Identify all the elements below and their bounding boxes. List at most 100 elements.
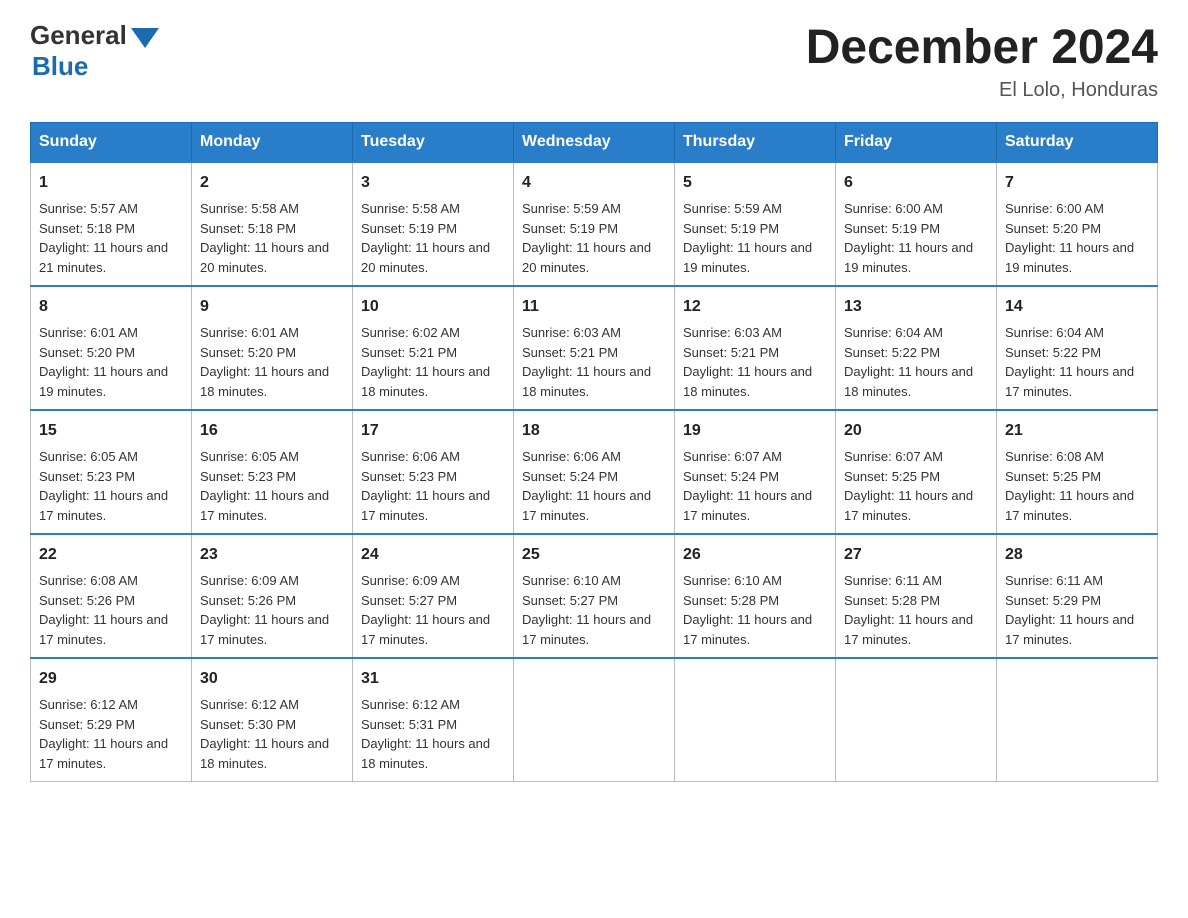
sunset-text: Sunset: 5:20 PM bbox=[1005, 219, 1149, 239]
sunrise-text: Sunrise: 6:11 AM bbox=[1005, 571, 1149, 591]
sunrise-text: Sunrise: 5:57 AM bbox=[39, 199, 183, 219]
sunset-text: Sunset: 5:25 PM bbox=[1005, 467, 1149, 487]
daylight-text: Daylight: 11 hours and 20 minutes. bbox=[522, 238, 666, 277]
logo-blue-text: Blue bbox=[32, 51, 159, 82]
day-number: 13 bbox=[844, 295, 988, 319]
calendar-cell: 23Sunrise: 6:09 AMSunset: 5:26 PMDayligh… bbox=[192, 534, 353, 658]
sunrise-text: Sunrise: 6:03 AM bbox=[522, 323, 666, 343]
calendar-cell: 4Sunrise: 5:59 AMSunset: 5:19 PMDaylight… bbox=[514, 162, 675, 286]
daylight-text: Daylight: 11 hours and 17 minutes. bbox=[200, 486, 344, 525]
day-number: 26 bbox=[683, 543, 827, 567]
calendar-cell: 7Sunrise: 6:00 AMSunset: 5:20 PMDaylight… bbox=[997, 162, 1158, 286]
daylight-text: Daylight: 11 hours and 17 minutes. bbox=[361, 610, 505, 649]
day-number: 19 bbox=[683, 419, 827, 443]
sunrise-text: Sunrise: 6:10 AM bbox=[683, 571, 827, 591]
daylight-text: Daylight: 11 hours and 17 minutes. bbox=[39, 610, 183, 649]
sunset-text: Sunset: 5:28 PM bbox=[683, 591, 827, 611]
sunrise-text: Sunrise: 6:06 AM bbox=[361, 447, 505, 467]
calendar-cell: 18Sunrise: 6:06 AMSunset: 5:24 PMDayligh… bbox=[514, 410, 675, 534]
daylight-text: Daylight: 11 hours and 18 minutes. bbox=[844, 362, 988, 401]
calendar-week-row: 8Sunrise: 6:01 AMSunset: 5:20 PMDaylight… bbox=[31, 286, 1158, 410]
calendar-cell: 31Sunrise: 6:12 AMSunset: 5:31 PMDayligh… bbox=[353, 658, 514, 782]
calendar-cell: 28Sunrise: 6:11 AMSunset: 5:29 PMDayligh… bbox=[997, 534, 1158, 658]
calendar-cell: 5Sunrise: 5:59 AMSunset: 5:19 PMDaylight… bbox=[675, 162, 836, 286]
sunset-text: Sunset: 5:23 PM bbox=[361, 467, 505, 487]
calendar-table: SundayMondayTuesdayWednesdayThursdayFrid… bbox=[30, 122, 1158, 782]
calendar-cell: 9Sunrise: 6:01 AMSunset: 5:20 PMDaylight… bbox=[192, 286, 353, 410]
day-number: 25 bbox=[522, 543, 666, 567]
calendar-cell: 25Sunrise: 6:10 AMSunset: 5:27 PMDayligh… bbox=[514, 534, 675, 658]
day-number: 6 bbox=[844, 171, 988, 195]
location-text: El Lolo, Honduras bbox=[806, 79, 1158, 102]
sunrise-text: Sunrise: 6:00 AM bbox=[1005, 199, 1149, 219]
calendar-header-monday: Monday bbox=[192, 123, 353, 163]
sunrise-text: Sunrise: 6:02 AM bbox=[361, 323, 505, 343]
calendar-cell: 22Sunrise: 6:08 AMSunset: 5:26 PMDayligh… bbox=[31, 534, 192, 658]
day-number: 15 bbox=[39, 419, 183, 443]
daylight-text: Daylight: 11 hours and 18 minutes. bbox=[683, 362, 827, 401]
sunset-text: Sunset: 5:24 PM bbox=[683, 467, 827, 487]
daylight-text: Daylight: 11 hours and 17 minutes. bbox=[522, 610, 666, 649]
day-number: 24 bbox=[361, 543, 505, 567]
daylight-text: Daylight: 11 hours and 17 minutes. bbox=[200, 610, 344, 649]
logo-general-text: General bbox=[30, 20, 127, 51]
calendar-cell: 26Sunrise: 6:10 AMSunset: 5:28 PMDayligh… bbox=[675, 534, 836, 658]
sunrise-text: Sunrise: 6:09 AM bbox=[361, 571, 505, 591]
daylight-text: Daylight: 11 hours and 19 minutes. bbox=[683, 238, 827, 277]
calendar-cell: 2Sunrise: 5:58 AMSunset: 5:18 PMDaylight… bbox=[192, 162, 353, 286]
calendar-week-row: 29Sunrise: 6:12 AMSunset: 5:29 PMDayligh… bbox=[31, 658, 1158, 782]
calendar-cell: 6 Sunrise: 6:00 AMSunset: 5:19 PMDaylight… bbox=[836, 162, 997, 286]
day-number: 30 bbox=[200, 667, 344, 691]
sunset-text: Sunset: 5:30 PM bbox=[200, 715, 344, 735]
day-number: 20 bbox=[844, 419, 988, 443]
calendar-cell: 1Sunrise: 5:57 AMSunset: 5:18 PMDaylight… bbox=[31, 162, 192, 286]
daylight-text: Daylight: 11 hours and 19 minutes. bbox=[844, 238, 988, 277]
calendar-header-sunday: Sunday bbox=[31, 123, 192, 163]
daylight-text: Daylight: 11 hours and 17 minutes. bbox=[39, 486, 183, 525]
sunset-text: Sunset: 5:20 PM bbox=[39, 343, 183, 363]
calendar-cell bbox=[675, 658, 836, 782]
sunset-text: Sunset: 5:31 PM bbox=[361, 715, 505, 735]
sunset-text: Sunset: 5:19 PM bbox=[844, 219, 988, 239]
sunset-text: Sunset: 5:24 PM bbox=[522, 467, 666, 487]
daylight-text: Daylight: 11 hours and 17 minutes. bbox=[683, 486, 827, 525]
calendar-cell: 27Sunrise: 6:11 AMSunset: 5:28 PMDayligh… bbox=[836, 534, 997, 658]
sunrise-text: Sunrise: 6:12 AM bbox=[200, 695, 344, 715]
sunrise-text: Sunrise: 5:58 AM bbox=[200, 199, 344, 219]
daylight-text: Daylight: 11 hours and 20 minutes. bbox=[361, 238, 505, 277]
sunrise-text: Sunrise: 6:05 AM bbox=[39, 447, 183, 467]
sunset-text: Sunset: 5:22 PM bbox=[1005, 343, 1149, 363]
daylight-text: Daylight: 11 hours and 18 minutes. bbox=[200, 362, 344, 401]
daylight-text: Daylight: 11 hours and 19 minutes. bbox=[1005, 238, 1149, 277]
day-number: 27 bbox=[844, 543, 988, 567]
sunrise-text: Sunrise: 6:01 AM bbox=[200, 323, 344, 343]
calendar-cell: 10Sunrise: 6:02 AMSunset: 5:21 PMDayligh… bbox=[353, 286, 514, 410]
calendar-cell: 19Sunrise: 6:07 AMSunset: 5:24 PMDayligh… bbox=[675, 410, 836, 534]
sunrise-text: Sunrise: 6:10 AM bbox=[522, 571, 666, 591]
daylight-text: Daylight: 11 hours and 18 minutes. bbox=[200, 734, 344, 773]
daylight-text: Daylight: 11 hours and 18 minutes. bbox=[361, 362, 505, 401]
calendar-cell: 15Sunrise: 6:05 AMSunset: 5:23 PMDayligh… bbox=[31, 410, 192, 534]
day-number: 8 bbox=[39, 295, 183, 319]
sunrise-text: Sunrise: 6:00 AM bbox=[844, 199, 988, 219]
day-number: 12 bbox=[683, 295, 827, 319]
day-number: 10 bbox=[361, 295, 505, 319]
page-header: General Blue December 2024 El Lolo, Hond… bbox=[30, 20, 1158, 102]
daylight-text: Daylight: 11 hours and 17 minutes. bbox=[1005, 486, 1149, 525]
calendar-cell: 13Sunrise: 6:04 AMSunset: 5:22 PMDayligh… bbox=[836, 286, 997, 410]
sunset-text: Sunset: 5:19 PM bbox=[683, 219, 827, 239]
sunset-text: Sunset: 5:29 PM bbox=[1005, 591, 1149, 611]
daylight-text: Daylight: 11 hours and 17 minutes. bbox=[1005, 362, 1149, 401]
sunrise-text: Sunrise: 5:58 AM bbox=[361, 199, 505, 219]
day-number: 28 bbox=[1005, 543, 1149, 567]
sunrise-text: Sunrise: 5:59 AM bbox=[683, 199, 827, 219]
calendar-header-saturday: Saturday bbox=[997, 123, 1158, 163]
calendar-cell bbox=[836, 658, 997, 782]
daylight-text: Daylight: 11 hours and 19 minutes. bbox=[39, 362, 183, 401]
sunset-text: Sunset: 5:21 PM bbox=[522, 343, 666, 363]
calendar-week-row: 15 Sunrise: 6:05 AM Sunset: 5:23 PM Dayligh… bbox=[31, 410, 1158, 534]
calendar-header-row: SundayMondayTuesdayWednesdayThursdayFrid… bbox=[31, 123, 1158, 163]
day-number: 11 bbox=[522, 295, 666, 319]
daylight-text: Daylight: 11 hours and 17 minutes. bbox=[844, 610, 988, 649]
calendar-header-wednesday: Wednesday bbox=[514, 123, 675, 163]
